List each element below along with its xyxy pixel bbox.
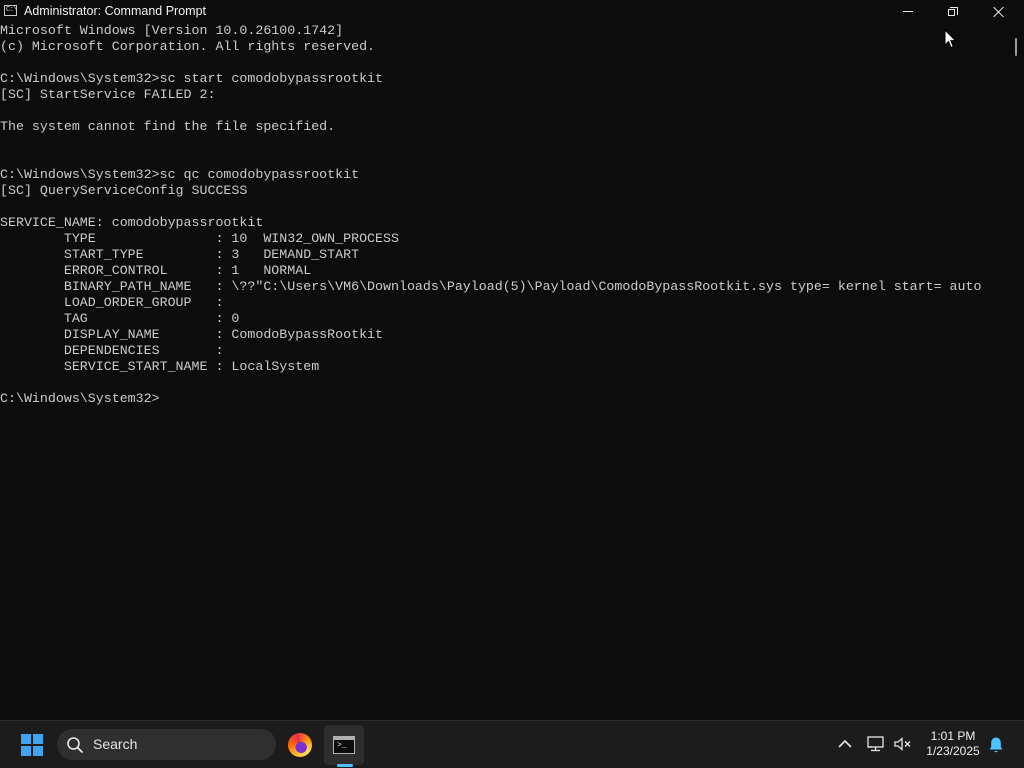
scrollbar-thumb[interactable]	[1015, 38, 1017, 56]
restore-icon	[948, 6, 958, 17]
console-line: SERVICE_NAME: comodobypassrootkit	[0, 215, 264, 230]
search-icon	[67, 737, 83, 753]
active-app-indicator	[337, 764, 353, 767]
console-line: ERROR_CONTROL : 1 NORMAL	[0, 263, 312, 278]
console-output: Microsoft Windows [Version 10.0.26100.17…	[0, 23, 981, 407]
console-line: START_TYPE : 3 DEMAND_START	[0, 247, 360, 262]
taskbar-clock[interactable]: 1:01 PM 1/23/2025	[915, 729, 991, 759]
scrollbar[interactable]	[1004, 23, 1024, 720]
console-line: DEPENDENCIES :	[0, 343, 224, 358]
console-line: Microsoft Windows [Version 10.0.26100.17…	[0, 23, 344, 38]
terminal-icon: >_	[333, 736, 355, 754]
network-icon[interactable]	[866, 735, 886, 753]
bell-icon[interactable]	[987, 735, 1005, 755]
window-title: Administrator: Command Prompt	[24, 4, 207, 18]
windows-logo-icon	[21, 734, 43, 756]
firefox-icon	[288, 733, 312, 757]
taskbar-command-prompt[interactable]: >_	[324, 725, 364, 765]
console-line: The system cannot find the file specifie…	[0, 119, 336, 134]
taskbar: Search >_ 1:01 PM 1/23/2025	[0, 720, 1024, 768]
volume-muted-icon[interactable]	[893, 735, 913, 753]
taskbar-search[interactable]: Search	[57, 729, 276, 760]
search-label: Search	[93, 736, 138, 752]
minimize-icon	[903, 11, 913, 12]
console-line: C:\Windows\System32>sc qc comodobypassro…	[0, 167, 360, 182]
console-line: LOAD_ORDER_GROUP :	[0, 295, 224, 310]
close-button[interactable]	[976, 0, 1022, 23]
cmd-app-icon-text: C:\	[6, 6, 18, 14]
minimize-button[interactable]	[885, 0, 931, 23]
close-icon	[993, 6, 1005, 18]
mouse-cursor-icon	[944, 29, 957, 49]
console-line: TYPE : 10 WIN32_OWN_PROCESS	[0, 231, 399, 246]
console-line: [SC] StartService FAILED 2:	[0, 87, 216, 102]
restore-button[interactable]	[930, 0, 976, 23]
console-line: C:\Windows\System32>	[0, 391, 160, 406]
console-line: (c) Microsoft Corporation. All rights re…	[0, 39, 376, 54]
console-line: [SC] QueryServiceConfig SUCCESS	[0, 183, 248, 198]
console-line: TAG : 0	[0, 311, 240, 326]
taskbar-firefox[interactable]	[280, 725, 320, 765]
chevron-up-icon[interactable]	[836, 735, 854, 753]
console-line: DISPLAY_NAME : ComodoBypassRootkit	[0, 327, 384, 342]
clock-date: 1/23/2025	[926, 744, 980, 758]
console-line: BINARY_PATH_NAME : \??"C:\Users\VM6\Down…	[0, 279, 982, 294]
console-line: SERVICE_START_NAME : LocalSystem	[0, 359, 320, 374]
cmd-app-icon: C:\	[4, 5, 18, 16]
console-area[interactable]: Microsoft Windows [Version 10.0.26100.17…	[0, 23, 1004, 720]
start-button[interactable]	[14, 727, 50, 763]
clock-time: 1:01 PM	[930, 729, 976, 743]
title-bar[interactable]: C:\ Administrator: Command Prompt	[0, 0, 1024, 23]
console-line: C:\Windows\System32>sc start comodobypas…	[0, 71, 384, 86]
